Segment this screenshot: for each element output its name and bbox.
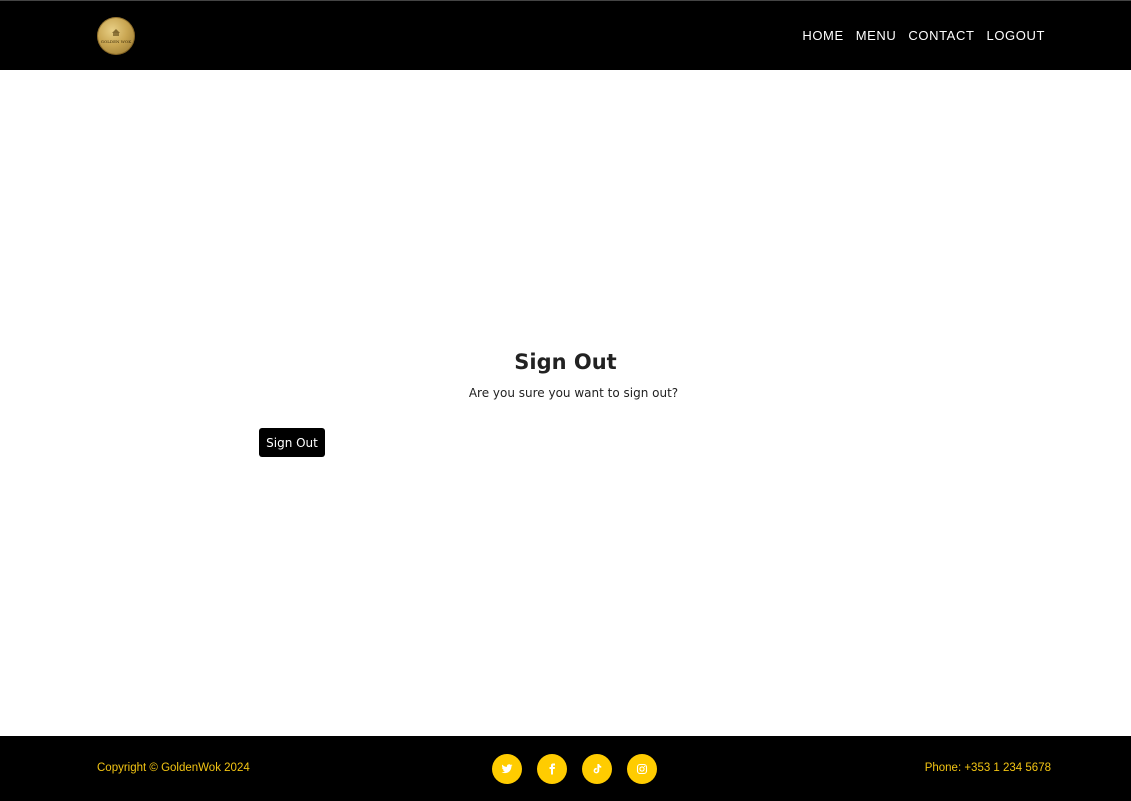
main-nav: HOME MENU CONTACT LOGOUT: [802, 27, 1045, 45]
facebook-link[interactable]: [537, 754, 567, 784]
confirm-message: Are you sure you want to sign out?: [468, 386, 679, 400]
instagram-icon: [636, 763, 648, 775]
nav-home[interactable]: HOME: [802, 27, 843, 45]
nav-contact[interactable]: CONTACT: [908, 27, 974, 45]
copyright-text: Copyright © GoldenWok 2024: [97, 762, 250, 774]
site-header: GOLDEN WOK HOME MENU CONTACT LOGOUT: [0, 1, 1131, 70]
nav-menu[interactable]: MENU: [856, 27, 897, 45]
twitter-link[interactable]: [492, 754, 522, 784]
main-content: Sign Out Are you sure you want to sign o…: [0, 70, 1131, 736]
facebook-icon: [549, 763, 555, 775]
nav-logout[interactable]: LOGOUT: [987, 27, 1046, 45]
phone-text: Phone: +353 1 234 5678: [924, 762, 1051, 774]
page-title: Sign Out: [514, 350, 617, 374]
logo-text: GOLDEN WOK: [101, 39, 132, 44]
sign-out-button[interactable]: Sign Out: [259, 428, 325, 457]
instagram-link[interactable]: [627, 754, 657, 784]
twitter-icon: [501, 764, 513, 774]
site-footer: Copyright © GoldenWok 2024 Phone: +353 1…: [0, 736, 1131, 801]
tiktok-link[interactable]: [582, 754, 612, 784]
logo[interactable]: GOLDEN WOK: [97, 17, 135, 55]
tiktok-icon: [593, 764, 602, 774]
logo-emblem-icon: GOLDEN WOK: [101, 29, 132, 44]
social-links: [492, 754, 657, 784]
